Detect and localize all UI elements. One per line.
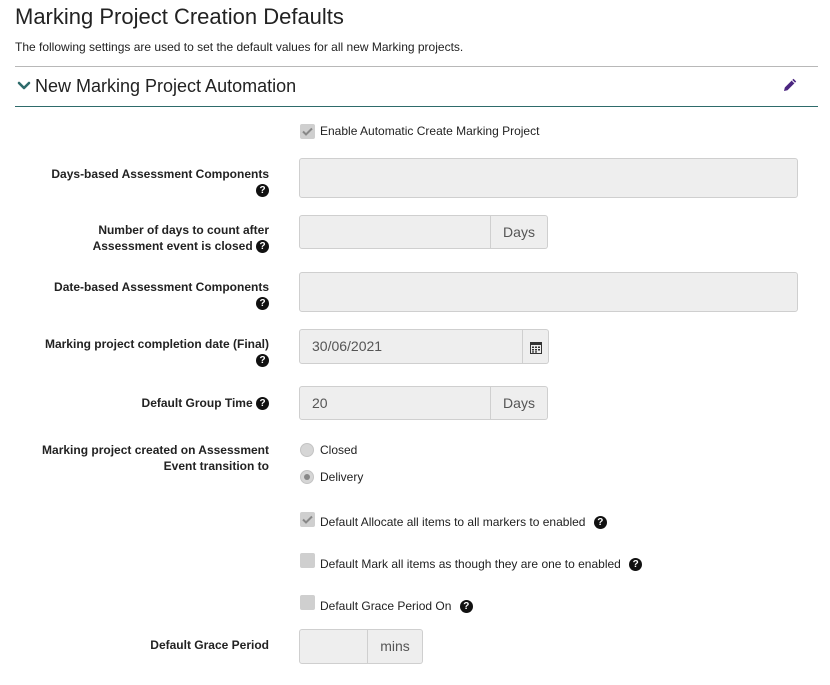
enable-auto-label: Enable Automatic Create Marking Project (320, 124, 540, 138)
help-icon[interactable]: ? (256, 397, 269, 411)
group-time-input[interactable]: 20 (299, 386, 491, 420)
group-time-label: Default Group Time ? (142, 395, 269, 411)
transition-label: Marking project created on Assessment Eve… (42, 443, 269, 473)
radio-delivery-label: Delivery (320, 470, 364, 484)
grace-period-input[interactable] (299, 629, 368, 664)
help-icon[interactable]: ? (459, 600, 473, 614)
chevron-down-icon[interactable] (17, 79, 31, 93)
date-based-input[interactable] (299, 272, 798, 312)
days-addon: Days (491, 386, 548, 420)
pencil-icon[interactable] (781, 76, 799, 94)
days-based-input[interactable] (299, 158, 798, 198)
days-based-label: Days-based Assessment Components? (51, 167, 269, 198)
days-count-input[interactable] (299, 215, 491, 249)
help-icon[interactable]: ? (256, 297, 269, 311)
section-title[interactable]: New Marking Project Automation (35, 76, 296, 97)
allocate-all-label: Default Allocate all items to all marker… (320, 515, 607, 530)
help-icon[interactable]: ? (256, 354, 269, 368)
page-subtitle: The following settings are used to set t… (15, 40, 464, 54)
days-addon: Days (491, 215, 548, 249)
mark-all-checkbox[interactable] (300, 553, 315, 568)
radio-delivery[interactable] (300, 470, 314, 484)
enable-auto-checkbox[interactable] (300, 124, 315, 139)
section-divider (15, 106, 818, 107)
mins-addon: mins (368, 629, 423, 664)
grace-on-label: Default Grace Period On ? (320, 599, 473, 614)
mark-all-label: Default Mark all items as though they ar… (320, 557, 643, 572)
radio-closed[interactable] (300, 443, 314, 457)
calendar-button[interactable] (523, 329, 549, 364)
calendar-icon (529, 342, 542, 354)
help-icon[interactable]: ? (256, 184, 269, 198)
completion-date-label: Marking project completion date (Final)? (44, 337, 269, 368)
page-title: Marking Project Creation Defaults (15, 4, 344, 29)
help-icon[interactable]: ? (629, 558, 643, 572)
completion-date-input[interactable]: 30/06/2021 (299, 329, 523, 364)
grace-period-label: Default Grace Period (150, 638, 269, 652)
help-icon[interactable]: ? (593, 516, 607, 530)
date-based-label: Date-based Assessment Components? (54, 280, 269, 311)
days-count-label: Number of days to count after Assessment … (92, 223, 269, 254)
help-icon[interactable]: ? (256, 240, 269, 254)
radio-closed-label: Closed (320, 443, 358, 457)
grace-on-checkbox[interactable] (300, 595, 315, 610)
allocate-all-checkbox[interactable] (300, 512, 315, 527)
divider (15, 66, 818, 67)
